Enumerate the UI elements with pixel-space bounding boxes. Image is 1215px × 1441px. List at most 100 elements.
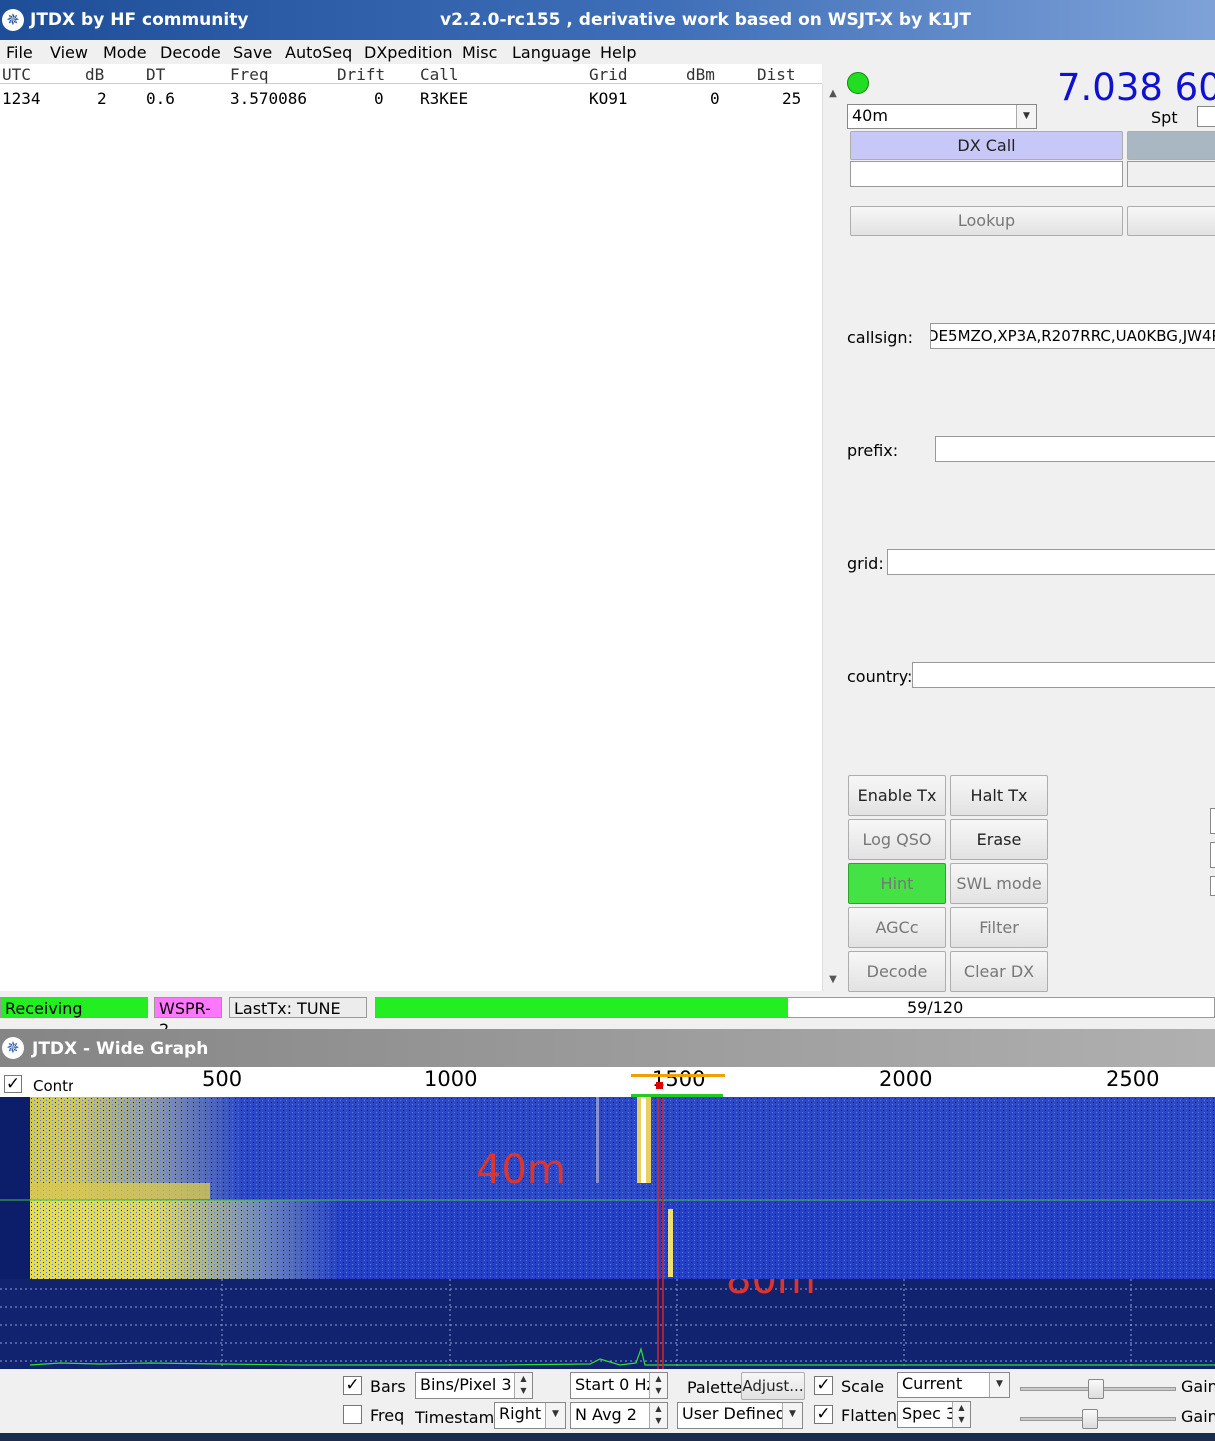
dx-grid-input[interactable]: [1127, 161, 1215, 187]
spectrum-display[interactable]: 80m: [0, 1279, 1215, 1369]
menu-language[interactable]: Language: [512, 43, 591, 62]
chevron-down-icon: ▼: [989, 1373, 1009, 1397]
bins-per-pixel-spinbox[interactable]: Bins/Pixel 3 ▲ ▼: [415, 1372, 533, 1399]
menu-dxpedition[interactable]: DXpedition: [364, 43, 453, 62]
decode-list[interactable]: 1234 2 0.6 3.570086 0 R3KEE KO91 0 25: [0, 84, 822, 991]
clear-dx-button[interactable]: Clear DX: [950, 951, 1048, 992]
freq-label: Freq: [370, 1406, 405, 1425]
last-tx-status: LastTx: TUNE: [229, 997, 367, 1018]
menu-save[interactable]: Save: [233, 43, 272, 62]
spec-value: Spec 3: [902, 1404, 957, 1423]
timestamp-value: Right: [499, 1404, 542, 1423]
col-dt[interactable]: DT: [146, 65, 165, 84]
filter-button[interactable]: Filter: [950, 907, 1048, 948]
timestamp-select[interactable]: Right ▼: [494, 1402, 566, 1429]
col-drift[interactable]: Drift: [337, 65, 385, 84]
gain-label-2: Gain: [1181, 1407, 1215, 1426]
hint-button[interactable]: Hint: [848, 863, 946, 904]
wide-graph-title-bar[interactable]: ✵ JTDX - Wide Graph: [0, 1029, 1215, 1067]
country-filter-input[interactable]: [912, 662, 1215, 688]
spectrum-source-select[interactable]: Current ▼: [897, 1372, 1010, 1398]
scale-checkbox[interactable]: ✓: [814, 1376, 833, 1395]
cell-utc: 1234: [2, 89, 41, 108]
swl-mode-button[interactable]: SWL mode: [950, 863, 1048, 904]
scroll-down-icon[interactable]: ▼: [823, 970, 843, 990]
menu-decode[interactable]: Decode: [160, 43, 221, 62]
band-select[interactable]: 40m ▼: [847, 104, 1037, 129]
period-progress-bar: 59/120: [375, 997, 1215, 1018]
erase-button[interactable]: Erase: [950, 819, 1048, 860]
palette-select[interactable]: User Defined ▼: [677, 1402, 803, 1429]
controls-checkbox[interactable]: ✓: [4, 1075, 22, 1093]
spot-field[interactable]: [1197, 106, 1215, 127]
flatten-checkbox[interactable]: ✓: [814, 1405, 833, 1424]
waterfall-display[interactable]: 40m: [0, 1097, 1215, 1279]
col-call[interactable]: Call: [420, 65, 459, 84]
progress-text: 59/120: [907, 998, 964, 1017]
bars-checkbox[interactable]: ✓: [343, 1376, 362, 1395]
spin-arrows-icon[interactable]: ▲ ▼: [649, 1373, 667, 1398]
main-title-bar[interactable]: ✵ JTDX by HF community v2.2.0-rc155 , de…: [0, 0, 1215, 40]
decode-row[interactable]: 1234 2 0.6 3.570086 0 R3KEE KO91 0 25: [0, 88, 820, 110]
palette-value: User Defined: [682, 1404, 786, 1423]
col-dist[interactable]: Dist: [757, 65, 796, 84]
menu-mode[interactable]: Mode: [103, 43, 147, 62]
side-checkbox-1[interactable]: [1210, 808, 1215, 834]
col-grid[interactable]: Grid: [589, 65, 628, 84]
enable-tx-button[interactable]: Enable Tx: [848, 775, 946, 816]
side-checkbox-3[interactable]: [1210, 876, 1215, 896]
cell-grid: KO91: [589, 89, 628, 108]
callsign-filter-input[interactable]: DE5MZO,XP3A,R207RRC,UA0KBG,JW4PU: [930, 323, 1215, 349]
log-qso-button[interactable]: Log QSO: [848, 819, 946, 860]
grid-filter-input[interactable]: [887, 549, 1215, 575]
side-checkbox-2[interactable]: [1210, 842, 1215, 868]
status-led-icon: [847, 72, 869, 94]
spot-label: Spt: [1151, 108, 1178, 127]
right-panel: 7.038 600 40m ▼ Spt DX Call Lookup calls…: [843, 64, 1215, 995]
slider-handle[interactable]: [1088, 1379, 1105, 1399]
scale-tick-label: 1000: [424, 1067, 478, 1091]
agcc-button[interactable]: AGCc: [848, 907, 946, 948]
dx-call-input[interactable]: [850, 161, 1123, 187]
gain-slider-1[interactable]: [1020, 1379, 1176, 1399]
menu-help[interactable]: Help: [600, 43, 636, 62]
col-dbm[interactable]: dBm: [686, 65, 715, 84]
freq-checkbox[interactable]: [343, 1405, 362, 1424]
chevron-down-icon: ▼: [782, 1403, 802, 1428]
decode-scrollbar[interactable]: ▲ ▼: [822, 84, 843, 991]
n-avg-spinbox[interactable]: N Avg 2 ▲ ▼: [570, 1402, 668, 1429]
prefix-filter-input[interactable]: [935, 436, 1215, 462]
menu-view[interactable]: View: [50, 43, 88, 62]
decode-button[interactable]: Decode: [848, 951, 946, 992]
grid-label: grid:: [847, 554, 884, 573]
menu-autoseq[interactable]: AutoSeq: [285, 43, 352, 62]
palette-label: Palette: [687, 1378, 743, 1397]
decode-table-header: UTC dB DT Freq Drift Call Grid dBm Dist: [0, 64, 822, 84]
n-avg-value: N Avg 2: [575, 1405, 637, 1424]
receiving-status: Receiving: [0, 997, 148, 1018]
taskbar: [0, 1433, 1215, 1441]
spin-arrows-icon[interactable]: ▲ ▼: [952, 1402, 970, 1427]
chevron-down-icon: ▼: [545, 1403, 565, 1428]
start-frequency-spinbox[interactable]: Start 0 Hz ▲ ▼: [570, 1372, 668, 1399]
add-button[interactable]: [1127, 206, 1215, 236]
frequency-scale[interactable]: ✓ Contr 500 1000 1500 2000 2500: [0, 1067, 1215, 1097]
scale-tick-label: 2000: [879, 1067, 933, 1091]
gain-slider-2[interactable]: [1020, 1409, 1176, 1429]
menu-file[interactable]: File: [6, 43, 33, 62]
callsign-label: callsign:: [847, 328, 913, 347]
spin-arrows-icon[interactable]: ▲ ▼: [649, 1403, 667, 1428]
halt-tx-button[interactable]: Halt Tx: [950, 775, 1048, 816]
col-db[interactable]: dB: [85, 65, 104, 84]
col-freq[interactable]: Freq: [230, 65, 269, 84]
spec-spinbox[interactable]: Spec 3 ▲ ▼: [897, 1401, 971, 1428]
dx-grid-header: [1127, 131, 1215, 160]
col-utc[interactable]: UTC: [2, 65, 31, 84]
slider-handle[interactable]: [1082, 1409, 1099, 1429]
adjust-palette-button[interactable]: Adjust...: [741, 1372, 805, 1400]
lookup-button[interactable]: Lookup: [850, 206, 1123, 236]
menu-misc[interactable]: Misc: [462, 43, 497, 62]
scroll-up-icon[interactable]: ▲: [823, 84, 843, 104]
spin-arrows-icon[interactable]: ▲ ▼: [514, 1373, 532, 1398]
cell-dt: 0.6: [146, 89, 175, 108]
